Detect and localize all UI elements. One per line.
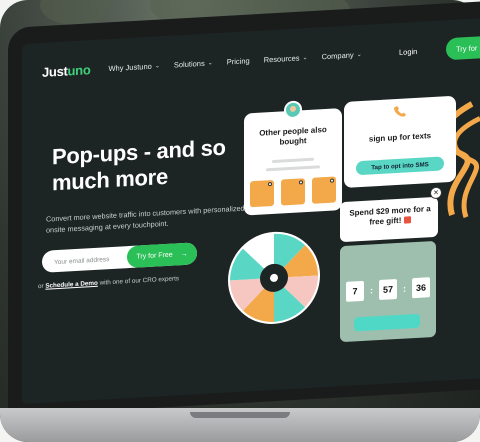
timer-digit: 7 xyxy=(346,280,364,302)
timer-digit: 57 xyxy=(379,279,397,301)
add-product-icon xyxy=(299,180,303,185)
laptop-notch xyxy=(190,412,290,418)
add-product-icon xyxy=(330,178,334,183)
sms-signup-card: sign up for texts Tap to opt into SMS xyxy=(344,95,456,188)
free-gift-card: Spend $29 more for a free gift! xyxy=(340,196,438,243)
nav-item-resources[interactable]: Resources ⌄ xyxy=(264,53,308,64)
schedule-demo-line: or Schedule a Demo with one of our CRO e… xyxy=(38,275,180,291)
email-input[interactable] xyxy=(52,245,131,275)
sms-card-title: sign up for texts xyxy=(368,131,432,144)
product-thumbnail[interactable] xyxy=(312,176,336,204)
text-placeholder-line xyxy=(272,157,314,164)
nav-item-pricing[interactable]: Pricing xyxy=(227,56,250,66)
gift-icon xyxy=(403,215,411,224)
nav-item-company[interactable]: Company ⌄ xyxy=(322,50,362,61)
nav-item-solutions[interactable]: Solutions ⌄ xyxy=(174,58,213,69)
signup-form: Try for Free→ xyxy=(42,242,197,275)
schedule-demo-link[interactable]: Schedule a Demo xyxy=(45,280,98,290)
chevron-down-icon: ⌄ xyxy=(302,54,308,61)
free-gift-text: Spend $29 more for a free gift! xyxy=(349,204,431,227)
also-bought-title: Other people also bought xyxy=(259,124,327,147)
hero-subtitle: Convert more website traffic into custom… xyxy=(46,203,245,235)
nav-item-why-justuno[interactable]: Why Justuno ⌄ xyxy=(108,61,160,72)
hero-title: Pop-ups - and so much more xyxy=(52,134,226,196)
text-placeholder-line xyxy=(266,165,320,172)
chevron-down-icon: ⌄ xyxy=(356,51,362,58)
try-for-free-hero-button[interactable]: Try for Free → xyxy=(127,242,197,269)
countdown-timer-card: 7 : 57 : 36 xyxy=(340,240,436,343)
product-thumbnail[interactable] xyxy=(281,178,305,206)
arrow-right-icon: → xyxy=(180,250,188,258)
shopper-avatar xyxy=(284,100,302,120)
justuno-logo[interactable]: Justuno xyxy=(42,62,90,80)
chevron-down-icon: ⌄ xyxy=(154,62,160,70)
chevron-down-icon: ⌄ xyxy=(207,59,213,67)
plant-leaf xyxy=(40,0,110,25)
laptop-screen: Justuno Why Justuno ⌄ Solutions ⌄ Pricing … xyxy=(22,18,480,404)
top-nav: Justuno Why Justuno ⌄ Solutions ⌄ Pricing … xyxy=(42,34,480,82)
timer-claim-button[interactable] xyxy=(354,313,420,332)
opt-into-sms-button[interactable]: Tap to opt into SMS xyxy=(356,156,444,176)
product-thumbnail[interactable] xyxy=(250,179,274,208)
try-for-free-nav-button[interactable]: Try for Free→ xyxy=(446,34,480,61)
countdown-timer: 7 : 57 : 36 xyxy=(346,277,430,302)
main-menu: Why Justuno ⌄ Solutions ⌄ Pricing Resource… xyxy=(108,50,361,73)
also-bought-card: Other people also bought xyxy=(244,100,342,216)
timer-digit: 36 xyxy=(412,277,430,299)
add-product-icon xyxy=(268,182,272,187)
login-link[interactable]: Login xyxy=(399,46,417,56)
phone-icon xyxy=(394,106,406,117)
spin-to-win-wheel[interactable] xyxy=(226,227,322,328)
